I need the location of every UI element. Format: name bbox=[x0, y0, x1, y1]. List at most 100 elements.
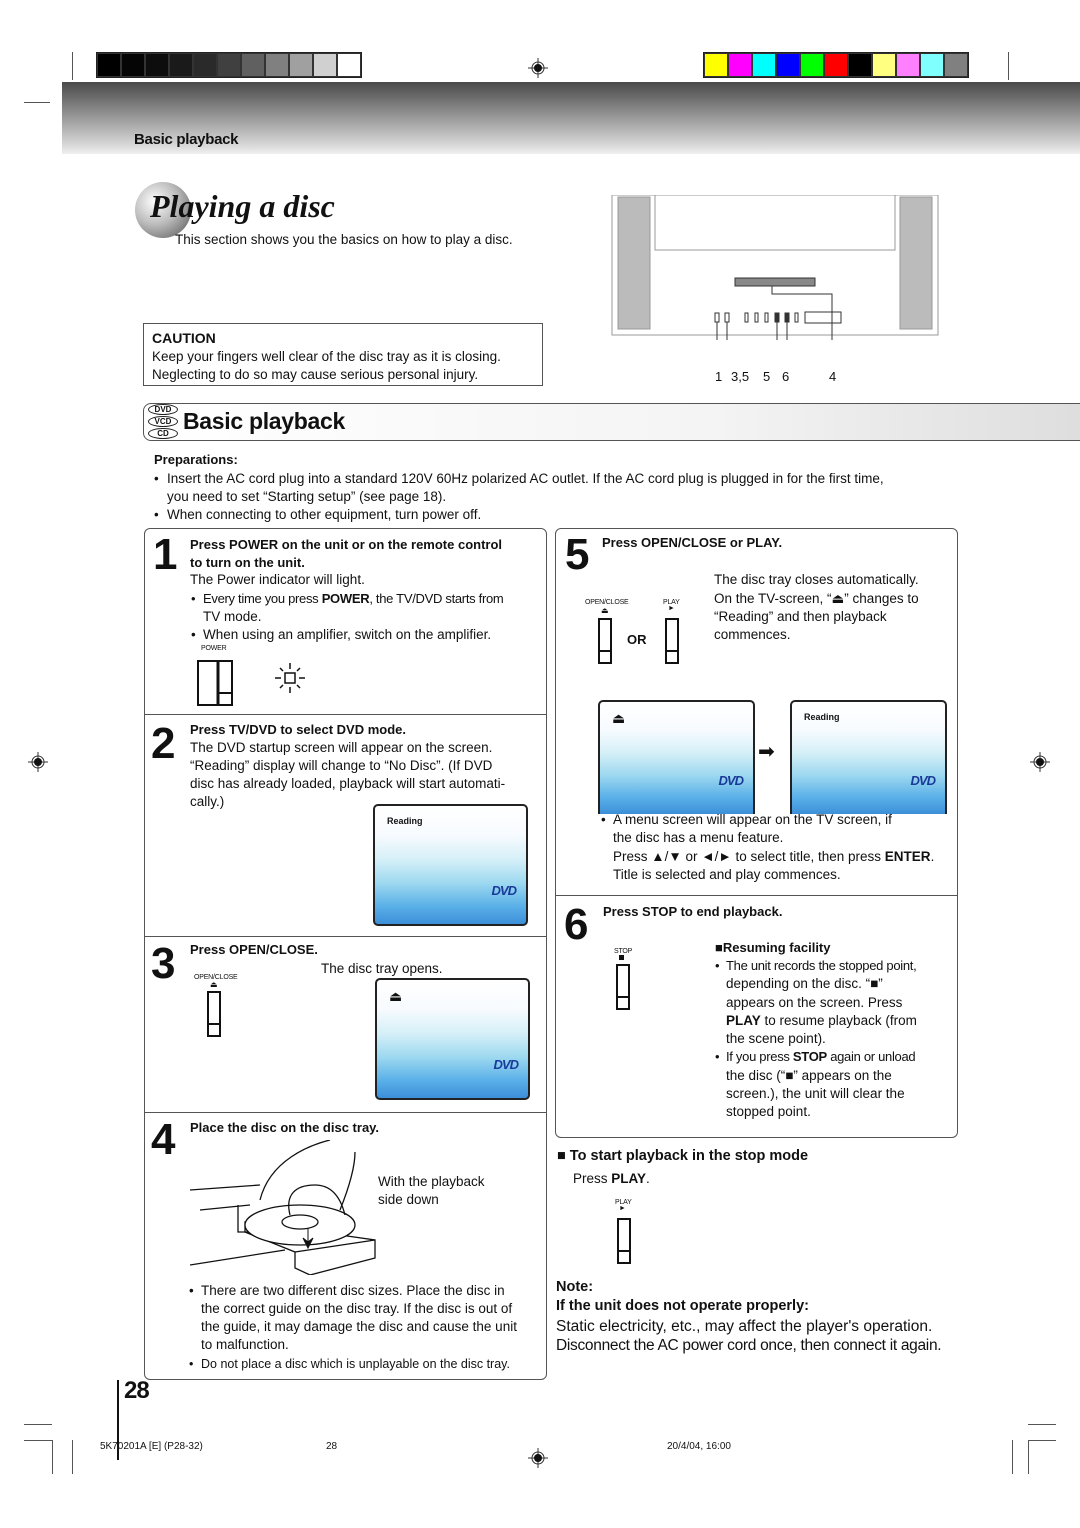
power-button-icon[interactable] bbox=[197, 660, 233, 706]
color-swatch bbox=[290, 54, 312, 76]
step-number: 2 bbox=[151, 719, 176, 768]
dvd-logo-icon: DVD bbox=[491, 883, 517, 898]
section-title: Basic playback bbox=[183, 408, 346, 434]
color-swatch bbox=[849, 54, 871, 76]
step-bullet-cont: Press ▲/▼ or ◄/► to select title, then p… bbox=[613, 849, 935, 864]
color-swatch bbox=[897, 54, 919, 76]
step-text: commences. bbox=[714, 627, 791, 642]
crop-mark bbox=[1028, 1440, 1029, 1474]
step-text: The Power indicator will light. bbox=[190, 572, 365, 587]
step-number: 5 bbox=[565, 530, 590, 579]
divider bbox=[144, 714, 546, 715]
step-bullet: • Every time you press POWER, the TV/DVD … bbox=[191, 591, 504, 606]
step-bullet: • There are two different disc sizes. Pla… bbox=[189, 1283, 505, 1298]
open-close-button[interactable] bbox=[598, 618, 612, 664]
step-bullet: • Do not place a disc which is unplayable… bbox=[189, 1357, 510, 1371]
eject-icon: ⏏ bbox=[601, 606, 609, 615]
color-swatch bbox=[98, 54, 120, 76]
step-heading: Press STOP to end playback. bbox=[603, 904, 783, 919]
step-text: The disc tray closes automatically. bbox=[714, 572, 919, 587]
disc-type-badges: DVD VCD CD bbox=[148, 404, 178, 440]
step-heading: Place the disc on the disc tray. bbox=[190, 1120, 380, 1135]
step-heading: Press TV/DVD to select DVD mode. bbox=[190, 722, 407, 737]
button-label: OPEN/CLOSE bbox=[585, 599, 629, 606]
step-bullet-cont: Title is selected and play commences. bbox=[613, 867, 841, 882]
preparation-item: • Insert the AC cord plug into a standard… bbox=[154, 471, 884, 486]
color-swatch bbox=[777, 54, 799, 76]
step-bullet-cont: the disc (“■” appears on the bbox=[726, 1068, 892, 1083]
step-bullet: • The unit records the stopped point, bbox=[715, 958, 917, 973]
step-number: 1 bbox=[153, 530, 178, 579]
tv-screen-reading: Reading DVD bbox=[790, 700, 947, 814]
color-swatch bbox=[266, 54, 288, 76]
step-heading: to turn on the unit. bbox=[190, 555, 305, 570]
color-swatch bbox=[705, 54, 727, 76]
crop-mark bbox=[24, 1424, 52, 1425]
dvd-badge-icon: DVD bbox=[148, 404, 178, 415]
color-swatch bbox=[873, 54, 895, 76]
grayscale-calibration-bar bbox=[96, 52, 362, 78]
step-bullet: • If you press STOP again or unload bbox=[715, 1049, 916, 1064]
registration-mark-icon bbox=[528, 1448, 548, 1468]
stop-button[interactable] bbox=[616, 964, 630, 1010]
tv-screen-reading: Reading DVD bbox=[373, 804, 528, 926]
color-calibration-bar bbox=[703, 52, 969, 78]
eject-icon: ⏏ bbox=[210, 980, 218, 989]
eject-icon: ⏏ bbox=[612, 710, 626, 726]
play-button[interactable] bbox=[665, 618, 679, 664]
crop-mark bbox=[52, 1440, 53, 1474]
stop-icon bbox=[619, 955, 624, 960]
illustration-caption: side down bbox=[378, 1192, 439, 1207]
step-text: “Reading” display will change to “No Dis… bbox=[190, 758, 493, 773]
page-title: Playing a disc bbox=[150, 188, 335, 224]
color-swatch bbox=[146, 54, 168, 76]
resume-heading: ■Resuming facility bbox=[715, 940, 831, 955]
crop-mark bbox=[24, 1440, 52, 1441]
step-heading: Press POWER on the unit or on the remote… bbox=[190, 537, 503, 552]
preparation-item-cont: you need to set “Starting setup” (see pa… bbox=[167, 489, 447, 504]
step-bullet-cont: screen.), the unit will clear the bbox=[726, 1086, 905, 1101]
caution-heading: CAUTION bbox=[152, 330, 216, 346]
step-heading: Press OPEN/CLOSE. bbox=[190, 942, 318, 957]
color-swatch bbox=[921, 54, 943, 76]
crop-mark bbox=[24, 102, 50, 103]
preparations-heading: Preparations: bbox=[154, 452, 238, 467]
illustration-caption: With the playback bbox=[378, 1174, 485, 1189]
step-bullet: • A menu screen will appear on the TV scr… bbox=[601, 812, 892, 827]
crop-mark bbox=[72, 52, 73, 80]
header-section-label: Basic playback bbox=[134, 131, 239, 148]
registration-mark-icon bbox=[528, 58, 548, 78]
step-bullet-cont: the disc has a menu feature. bbox=[613, 830, 784, 845]
color-swatch bbox=[218, 54, 240, 76]
callout-label: 5 bbox=[763, 369, 771, 384]
caution-box: CAUTION Keep your fingers well clear of … bbox=[143, 323, 543, 386]
crop-mark bbox=[1028, 1440, 1056, 1441]
play-button[interactable] bbox=[617, 1218, 631, 1264]
footer-datetime: 20/4/04, 16:00 bbox=[667, 1441, 731, 1452]
button-label: POWER bbox=[201, 645, 227, 652]
divider bbox=[555, 895, 957, 896]
color-swatch bbox=[314, 54, 336, 76]
color-swatch bbox=[945, 54, 967, 76]
tv-screen-open: ⏏ DVD bbox=[598, 700, 755, 814]
step-bullet-cont: the correct guide on the disc tray. If t… bbox=[201, 1301, 513, 1316]
step-bullet-cont: the scene point). bbox=[726, 1031, 826, 1046]
step-number: 3 bbox=[151, 939, 176, 988]
color-swatch bbox=[170, 54, 192, 76]
registration-mark-icon bbox=[28, 752, 48, 772]
callout-label: 6 bbox=[782, 369, 790, 384]
crop-mark bbox=[1012, 1440, 1013, 1474]
step-number: 4 bbox=[151, 1115, 176, 1164]
caution-line: Keep your fingers well clear of the disc… bbox=[152, 349, 501, 364]
crop-mark bbox=[72, 1440, 73, 1474]
stop-mode-instruction: Press PLAY. bbox=[573, 1171, 650, 1186]
registration-mark-icon bbox=[1030, 752, 1050, 772]
disc-tray-illustration bbox=[190, 1140, 376, 1275]
play-icon: ► bbox=[619, 1205, 626, 1212]
power-indicator-light-icon bbox=[275, 663, 305, 693]
open-close-button[interactable] bbox=[207, 991, 221, 1037]
color-swatch bbox=[242, 54, 264, 76]
color-swatch bbox=[801, 54, 823, 76]
note-text: Disconnect the AC power cord once, then … bbox=[556, 1337, 942, 1354]
step-text: “Reading” and then playback bbox=[714, 609, 887, 624]
